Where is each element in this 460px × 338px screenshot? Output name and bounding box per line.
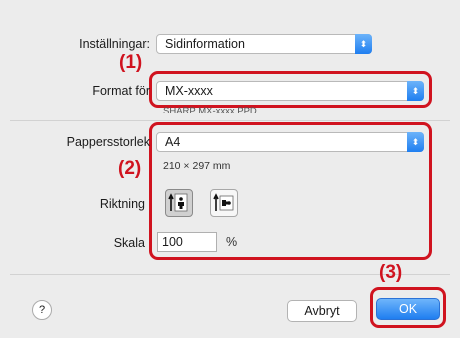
popup-stepper-icon: ⬍ [407,132,424,152]
help-button[interactable]: ? [32,300,52,320]
format-label: Format för [92,84,150,98]
settings-popup-value: Sidinformation [165,37,245,51]
annotation-1: (1) [119,52,143,73]
scale-input[interactable]: 100 [157,232,217,252]
format-popup-value: MX-xxxx [165,84,213,98]
orientation-label: Riktning [99,197,145,211]
popup-stepper-icon: ⬍ [407,81,424,101]
portrait-orientation-button[interactable] [165,189,193,217]
paper-size-popup[interactable]: A4 ⬍ [156,132,424,152]
format-popup[interactable]: MX-xxxx ⬍ [156,81,424,101]
popup-stepper-icon: ⬍ [355,34,372,54]
annotation-3: (3) [379,262,403,283]
scale-label: Skala [113,236,145,250]
paper-size-label: Pappersstorlek [66,135,150,149]
landscape-orientation-icon [213,193,234,211]
ok-button[interactable]: OK [376,298,440,320]
paper-size-popup-value: A4 [165,135,181,149]
paper-dimensions: 210 × 297 mm [163,160,231,172]
scale-unit: % [226,235,238,249]
landscape-orientation-button[interactable] [210,189,238,217]
portrait-orientation-icon [168,193,188,212]
divider [10,120,450,121]
settings-label: Inställningar: [79,37,150,51]
annotation-2: (2) [118,158,142,179]
format-sublabel: SHARP MX-xxxx PPD [163,106,257,113]
cancel-button[interactable]: Avbryt [287,300,357,322]
settings-popup[interactable]: Sidinformation ⬍ [156,34,372,54]
page-setup-dialog: Inställningar: Sidinformation ⬍ (1) Form… [0,0,460,338]
